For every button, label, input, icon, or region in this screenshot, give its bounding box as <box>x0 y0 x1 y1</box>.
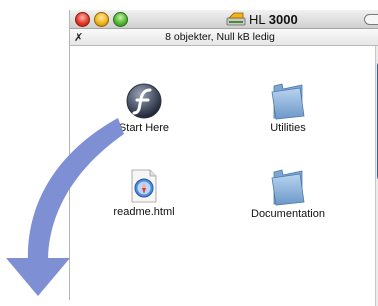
disk-icon <box>226 12 246 26</box>
file-start-here[interactable]: Start Here <box>104 82 184 134</box>
folder-label: Utilities <box>270 122 306 134</box>
title-model: 3000 <box>268 11 298 27</box>
safari-html-icon <box>131 169 157 203</box>
window-title: HL 3000 <box>226 11 298 27</box>
folder-icon <box>271 83 305 120</box>
flash-icon <box>126 83 162 119</box>
arrow-head <box>6 258 70 296</box>
finder-window: HL 3000 ✗ 8 objekter, Null kB ledig Star… <box>69 10 378 306</box>
minimize-button[interactable] <box>94 12 109 27</box>
window-content: Start Here Utilities readme.html Documen… <box>70 46 370 306</box>
toolbar-toggle-button[interactable] <box>364 14 378 25</box>
file-label: readme.html <box>113 206 175 218</box>
folder-icon <box>271 169 305 206</box>
status-text: 8 objekter, Null kB ledig <box>165 31 275 43</box>
folder-utilities[interactable]: Utilities <box>248 80 328 134</box>
file-readme[interactable]: readme.html <box>104 168 184 218</box>
zoom-button[interactable] <box>113 12 128 27</box>
close-button[interactable] <box>75 12 90 27</box>
status-bar: ✗ 8 objekter, Null kB ledig <box>70 29 378 46</box>
title-prefix: HL <box>249 11 266 27</box>
file-label: Start Here <box>118 122 170 134</box>
title-bar[interactable]: HL 3000 <box>70 10 378 29</box>
folder-label: Documentation <box>251 208 325 220</box>
folder-documentation[interactable]: Documentation <box>238 166 338 220</box>
